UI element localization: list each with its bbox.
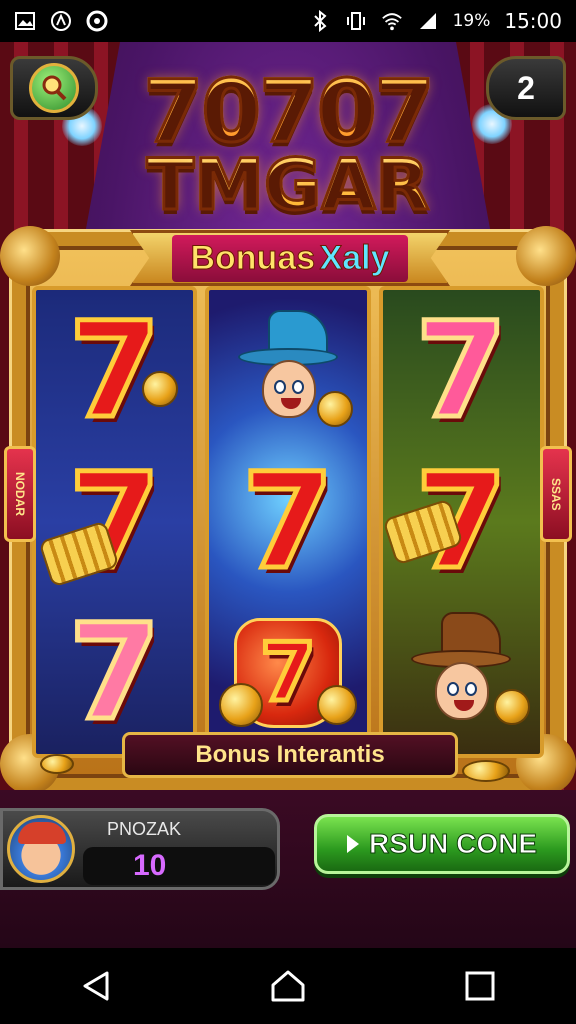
pink-seven-icon: 7 — [66, 595, 163, 750]
slot-game-screen: 2 70707 TMGAR Bonuas Xaly 7 7 7 — [0, 42, 576, 948]
frame-corner-ornament — [0, 226, 60, 286]
bonus-ribbon: Bonuas Xaly — [130, 230, 450, 286]
back-button[interactable] — [66, 956, 126, 1016]
game-title-word: TMGAR — [0, 143, 576, 228]
back-icon — [83, 971, 109, 1001]
signal-icon — [417, 10, 439, 32]
reel-1: 7 7 7 — [32, 286, 198, 758]
red-seven-icon: 7 — [240, 444, 337, 599]
frame-corner-ornament — [516, 226, 576, 286]
coin-icon — [40, 754, 74, 774]
battery-level: 19% — [452, 11, 491, 31]
player-name: PNOZAK — [107, 819, 182, 839]
recents-button[interactable] — [450, 956, 510, 1016]
avatar[interactable] — [7, 815, 75, 883]
app-notification-icon — [50, 10, 72, 32]
navigation-bar — [0, 948, 576, 1024]
red-seven-coins-icon: 7 — [37, 452, 190, 592]
sync-notification-icon — [86, 10, 108, 32]
side-tag-right: SSAS — [540, 446, 572, 542]
red-seven-coins-icon: 7 — [382, 452, 536, 592]
wifi-icon — [381, 10, 403, 32]
bonus-banner[interactable]: Bonus Interantis — [122, 732, 458, 778]
ribbon-text-2: Xaly — [319, 238, 390, 277]
clock: 15:00 — [504, 9, 562, 33]
spin-button[interactable]: RSUN CONE — [314, 814, 570, 874]
reel-3: 7 7 — [378, 286, 544, 758]
pink-seven-icon: 7 — [413, 294, 510, 449]
recents-icon — [465, 971, 495, 1001]
reels[interactable]: 7 7 7 7 7 7 7 — [32, 286, 544, 758]
red-seven-moneybag-icon: 7 — [213, 603, 363, 743]
player-balance: 10 — [133, 849, 167, 882]
player-panel: PNOZAK 10 — [0, 808, 280, 890]
image-notification-icon — [14, 10, 36, 32]
spin-button-label: RSUN CONE — [368, 828, 537, 860]
bonus-banner-text: Bonus Interantis — [195, 741, 385, 768]
bluetooth-icon — [309, 10, 331, 32]
reel-2: 7 7 — [205, 286, 371, 758]
wizard-face-icon — [213, 301, 363, 441]
coin-icon — [462, 760, 510, 782]
side-tag-left: NODAR — [4, 446, 36, 542]
status-bar: 19% 15:00 — [0, 0, 576, 42]
home-icon — [271, 970, 305, 1002]
cowboy-face-icon — [386, 603, 536, 743]
vibrate-icon — [345, 10, 367, 32]
ribbon-text-1: Bonuas — [190, 238, 316, 277]
play-arrow-icon — [346, 835, 359, 853]
player-balance-box: 10 — [83, 847, 275, 885]
home-button[interactable] — [258, 956, 318, 1016]
red-seven-icon: 7 — [40, 301, 190, 441]
